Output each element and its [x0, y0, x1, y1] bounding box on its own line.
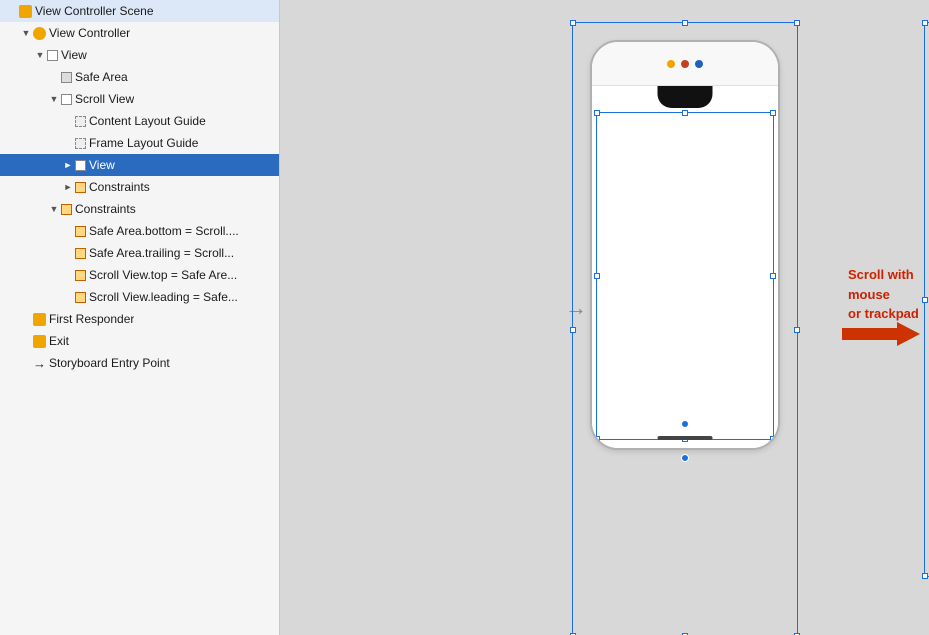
tree-icon-exit	[33, 335, 49, 348]
tree-view: View Controller Scene ▼View Controller▼Vi…	[0, 0, 279, 374]
tree-item-c1[interactable]: Safe Area.bottom = Scroll....	[0, 220, 279, 242]
tree-item-view-root[interactable]: ▼View	[0, 44, 279, 66]
tree-icon-constraints-1	[75, 182, 89, 193]
tree-item-scroll-view[interactable]: ▼Scroll View	[0, 88, 279, 110]
tree-icon-c1	[75, 226, 89, 237]
phone-left-screen	[592, 86, 778, 448]
tree-label-content-layout: Content Layout Guide	[89, 114, 206, 128]
tree-label-scroll-view: Scroll View	[75, 92, 134, 106]
nav-arrow: →	[565, 295, 587, 321]
tree-item-c3[interactable]: Scroll View.top = Safe Are...	[0, 264, 279, 286]
tree-item-constraints-1[interactable]: ►Constraints	[0, 176, 279, 198]
phone-left-top-bar	[592, 42, 778, 86]
tree-item-safe-area[interactable]: Safe Area	[0, 66, 279, 88]
canvas-area: →	[280, 0, 929, 635]
tree-icon-view-root	[47, 50, 61, 61]
tree-icon-vc	[33, 27, 49, 40]
tree-icon-safe-area	[61, 72, 75, 83]
tree-item-frame-layout[interactable]: Frame Layout Guide	[0, 132, 279, 154]
tree-label-view-root: View	[61, 48, 87, 62]
tree-label-scene: View Controller Scene	[35, 4, 154, 18]
tree-label-c4: Scroll View.leading = Safe...	[89, 290, 238, 304]
tree-icon-view-inner	[75, 160, 89, 171]
tree-item-scene[interactable]: View Controller Scene	[0, 0, 279, 22]
phone-left-notch	[658, 86, 713, 108]
scroll-instruction-text: Scroll with mouse or trackpad	[848, 265, 929, 324]
tree-icon-content-layout	[75, 116, 89, 127]
tree-item-vc[interactable]: ▼View Controller	[0, 22, 279, 44]
phone-left-home-bar	[658, 436, 713, 440]
tree-icon-c4	[75, 292, 89, 303]
tree-icon-constraints-2	[61, 204, 75, 215]
tree-item-entry-point[interactable]: →Storyboard Entry Point	[0, 352, 279, 374]
tree-label-vc: View Controller	[49, 26, 130, 40]
tree-label-entry-point: Storyboard Entry Point	[49, 356, 170, 370]
tree-label-c3: Scroll View.top = Safe Are...	[89, 268, 237, 282]
tree-icon-entry-point: →	[33, 356, 49, 371]
tree-label-view-inner: View	[89, 158, 115, 172]
sidebar[interactable]: View Controller Scene ▼View Controller▼Vi…	[0, 0, 280, 635]
tree-icon-scene	[19, 5, 35, 18]
tree-item-content-layout[interactable]: Content Layout Guide	[0, 110, 279, 132]
tree-icon-scroll-view	[61, 94, 75, 105]
tree-label-c2: Safe Area.trailing = Scroll...	[89, 246, 234, 260]
tree-icon-c3	[75, 270, 89, 281]
view-selection	[596, 112, 774, 440]
phone-left-container	[590, 40, 780, 450]
tree-icon-c2	[75, 248, 89, 259]
tree-label-frame-layout: Frame Layout Guide	[89, 136, 198, 150]
tree-label-c1: Safe Area.bottom = Scroll....	[89, 224, 239, 238]
tree-label-constraints-2: Constraints	[75, 202, 136, 216]
tree-label-safe-area: Safe Area	[75, 70, 128, 84]
tree-label-first-responder: First Responder	[49, 312, 134, 326]
tree-item-view-inner[interactable]: ►View	[0, 154, 279, 176]
tree-icon-first-responder	[33, 313, 49, 326]
tree-item-constraints-2[interactable]: ▼Constraints	[0, 198, 279, 220]
tree-label-constraints-1: Constraints	[89, 180, 150, 194]
tree-item-c2[interactable]: Safe Area.trailing = Scroll...	[0, 242, 279, 264]
tree-item-first-responder[interactable]: First Responder	[0, 308, 279, 330]
phone-left	[590, 40, 780, 450]
tree-item-c4[interactable]: Scroll View.leading = Safe...	[0, 286, 279, 308]
tree-item-exit[interactable]: Exit	[0, 330, 279, 352]
tree-icon-frame-layout	[75, 138, 89, 149]
tree-label-exit: Exit	[49, 334, 69, 348]
right-arrow-icon	[842, 320, 922, 351]
